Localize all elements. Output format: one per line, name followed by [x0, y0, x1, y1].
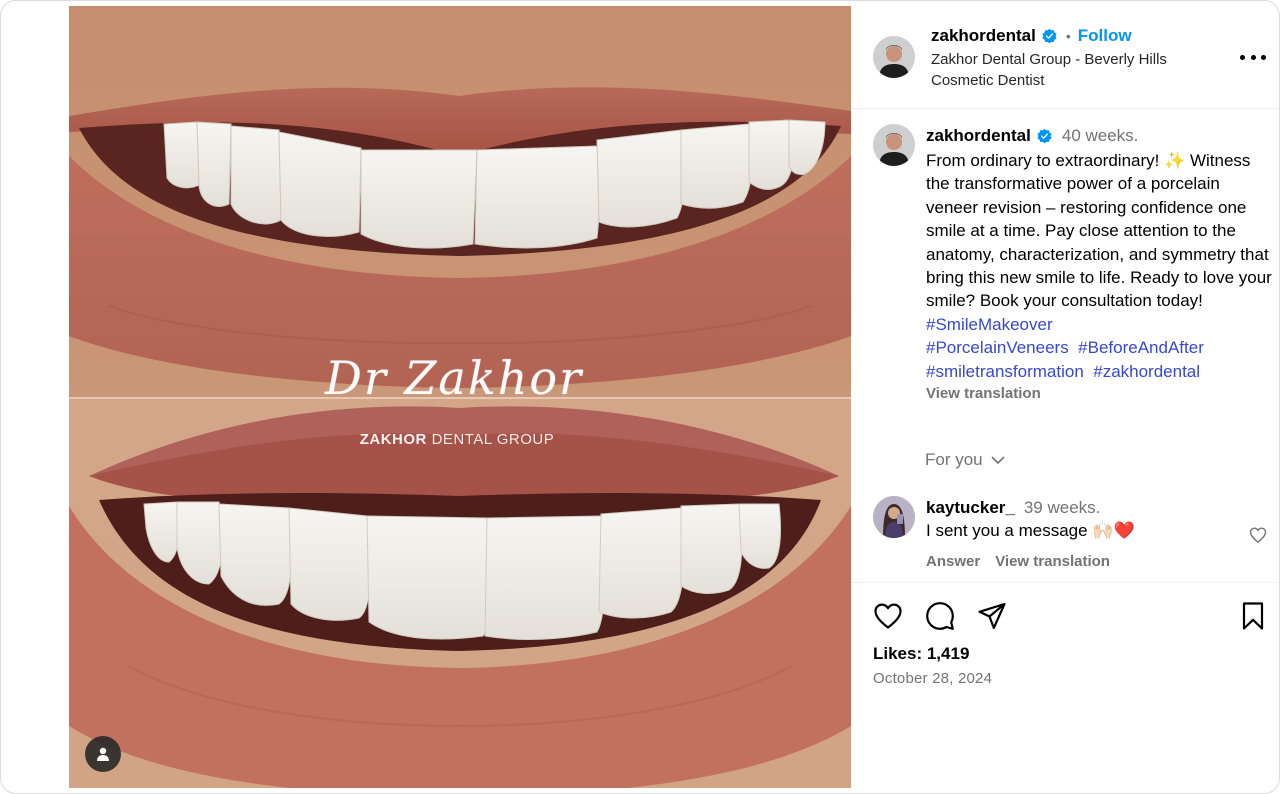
hashtag-link[interactable]: #PorcelainVeneers	[926, 338, 1069, 357]
before-after-smile-photo	[69, 6, 851, 788]
caption-view-translation[interactable]: View translation	[926, 385, 1276, 402]
share-icon[interactable]	[976, 600, 1008, 632]
for-you-dropdown[interactable]: For you	[925, 450, 1007, 470]
more-options-button[interactable]	[1240, 47, 1266, 67]
separator-dot: •	[1065, 28, 1071, 44]
post-dialog: Dr Zakhor ZAKHOR DENTAL GROUP zakhordent…	[0, 0, 1280, 794]
comment-answer-button[interactable]: Answer	[926, 553, 980, 570]
hashtag-link[interactable]: #smiletransformation	[926, 362, 1084, 381]
comment-item: kaytucker_ 39 weeks. I sent you a messag…	[926, 497, 1276, 570]
author-avatar-image	[873, 36, 915, 78]
caption-header: zakhordental 40 weeks.	[926, 125, 1276, 147]
comment-time[interactable]: 39 weeks.	[1024, 498, 1101, 518]
actions-divider	[852, 582, 1279, 583]
bookmark-icon[interactable]	[1237, 600, 1269, 632]
author-avatar[interactable]	[873, 36, 915, 78]
comment-icon[interactable]	[924, 600, 956, 632]
author-username[interactable]: zakhordental	[931, 26, 1036, 46]
caption-avatar-image	[873, 124, 915, 166]
for-you-label: For you	[925, 450, 983, 469]
author-name-row: zakhordental • Follow	[931, 26, 1132, 46]
post-date[interactable]: October 28, 2024	[873, 670, 992, 687]
caption-author-avatar[interactable]	[873, 124, 915, 166]
comment-text: I sent you a message 🙌🏻❤️	[926, 521, 1135, 540]
caption-time[interactable]: 40 weeks.	[1062, 126, 1139, 146]
comment-actions: Answer View translation	[926, 553, 1276, 570]
author-location[interactable]: Zakhor Dental Group - Beverly Hills Cosm…	[931, 49, 1221, 91]
heart-icon[interactable]	[872, 600, 904, 632]
caption-body: From ordinary to extraordinary! ✨ Witnes…	[926, 151, 1272, 311]
verified-badge-icon	[1037, 128, 1052, 143]
post-caption: zakhordental 40 weeks. From ordinary to …	[926, 125, 1276, 402]
user-tag-icon	[97, 747, 109, 761]
hashtag-link[interactable]: #SmileMakeover	[926, 315, 1053, 334]
comment-view-translation[interactable]: View translation	[995, 553, 1110, 570]
caption-username[interactable]: zakhordental	[926, 126, 1031, 146]
comment-header: kaytucker_ 39 weeks.	[926, 497, 1276, 519]
post-side-panel: zakhordental • Follow Zakhor Dental Grou…	[852, 1, 1279, 793]
chevron-down-icon	[991, 456, 1005, 465]
post-header: zakhordental • Follow Zakhor Dental Grou…	[852, 1, 1279, 109]
author-location-line-2: Cosmetic Dentist	[931, 72, 1045, 89]
user-tag-button[interactable]	[85, 736, 121, 772]
hashtag-link[interactable]: #BeforeAndAfter	[1078, 338, 1204, 357]
verified-badge-icon	[1042, 28, 1057, 43]
post-image[interactable]: Dr Zakhor ZAKHOR DENTAL GROUP	[69, 6, 851, 788]
comment-username[interactable]: kaytucker_	[926, 498, 1015, 518]
caption-text: From ordinary to extraordinary! ✨ Witnes…	[926, 149, 1276, 383]
author-location-line-1: Zakhor Dental Group - Beverly Hills	[931, 51, 1167, 68]
commenter-avatar-image	[873, 496, 915, 538]
follow-button[interactable]: Follow	[1078, 26, 1132, 46]
commenter-avatar[interactable]	[873, 496, 915, 538]
hashtag-link[interactable]: #zakhordental	[1093, 362, 1200, 381]
comment-like-heart-icon[interactable]	[1248, 525, 1268, 545]
more-options-icon	[1240, 54, 1245, 60]
likes-count[interactable]: Likes: 1,419	[873, 644, 969, 664]
